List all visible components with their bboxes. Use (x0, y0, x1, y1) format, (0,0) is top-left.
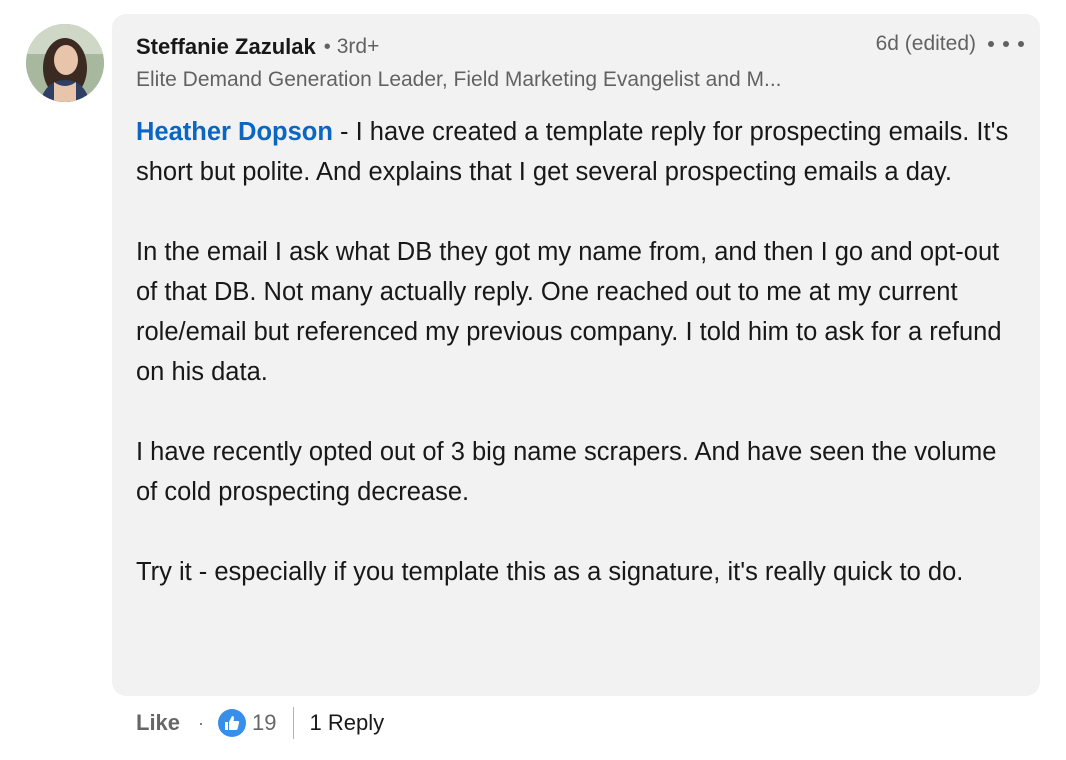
reactions-summary[interactable]: 19 (218, 709, 277, 737)
mention-link[interactable]: Heather Dopson (136, 118, 333, 146)
comment-paragraph: In the email I ask what DB they got my n… (136, 238, 1002, 386)
avatar[interactable] (26, 24, 104, 102)
divider (292, 707, 294, 739)
more-options-button[interactable] (988, 32, 1024, 56)
profile-photo (26, 24, 104, 102)
comment-text: Heather Dopson - I have created a templa… (136, 112, 1016, 592)
separator-dot: • (323, 35, 331, 58)
reply-button[interactable]: 1 Reply (310, 710, 385, 736)
connection-degree: 3rd+ (336, 35, 380, 58)
comment-timestamp: 6d (edited) (875, 32, 976, 55)
comment-bubble: Steffanie Zazulak • 3rd+ 6d (edited) Eli… (112, 14, 1040, 696)
comment-meta: 6d (edited) (876, 32, 1024, 56)
comment-paragraph: Try it - especially if you template this… (136, 558, 964, 586)
thumbs-up-icon (218, 709, 247, 737)
action-separator: · (198, 712, 205, 733)
author-row: Steffanie Zazulak • 3rd+ (136, 34, 379, 60)
ellipsis-icon (988, 41, 994, 47)
comment-paragraph: Heather Dopson - I have created a templa… (136, 118, 1009, 186)
like-button[interactable]: Like (136, 710, 180, 736)
author-headline: Elite Demand Generation Leader, Field Ma… (136, 68, 782, 91)
author-name[interactable]: Steffanie Zazulak (136, 34, 316, 60)
comment-paragraph: I have recently opted out of 3 big name … (136, 438, 997, 506)
comment-actions: Like · 19 1 Reply (136, 703, 384, 743)
reaction-count: 19 (252, 710, 277, 735)
